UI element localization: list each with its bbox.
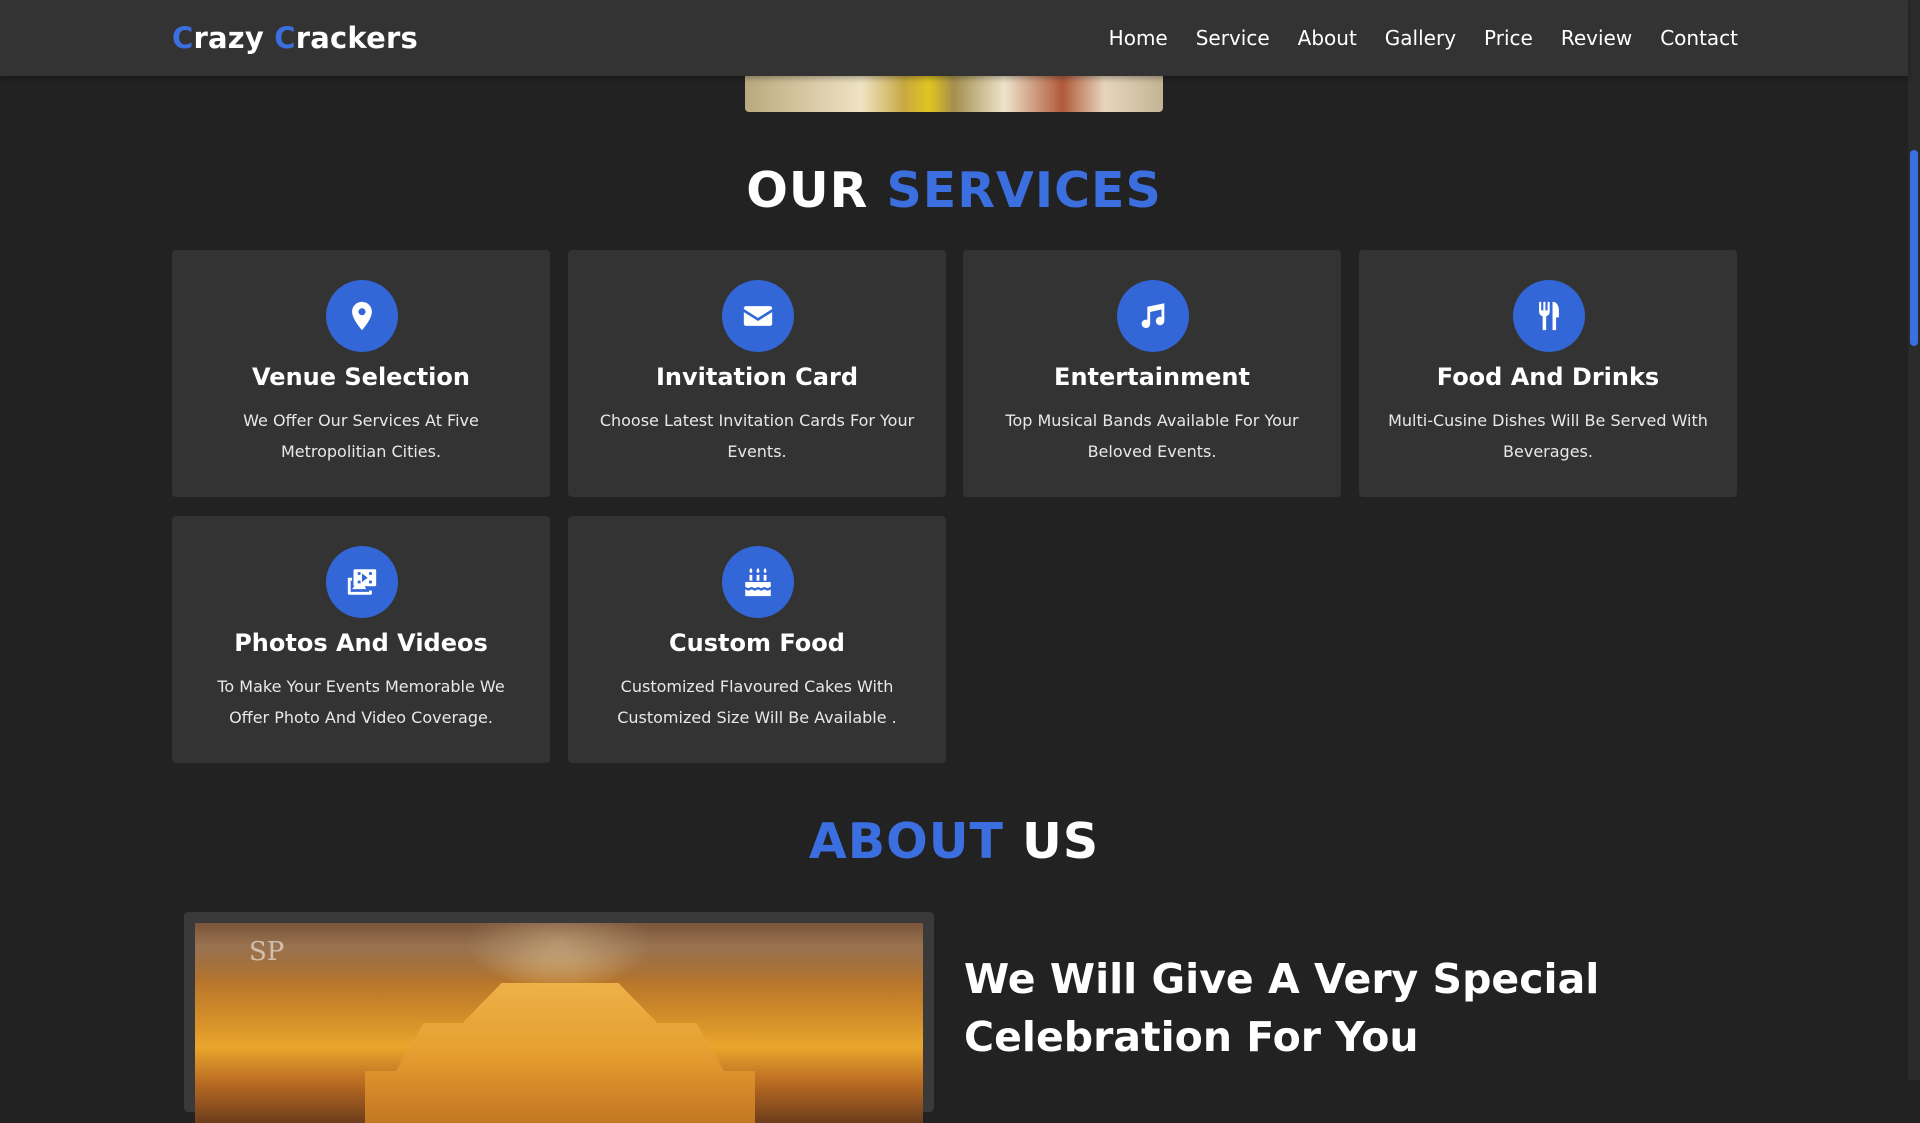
service-card-title: Photos And Videos [234,629,488,657]
about-section-title: ABOUT US [808,813,1100,870]
service-card-entertainment: Entertainment Top Musical Bands Availabl… [963,250,1341,497]
birthday-cake-icon [722,546,794,618]
about-cake-image: SP [195,923,923,1123]
about-heading: We Will Give A Very Special Celebration … [964,955,1600,1061]
service-card-text: To Make Your Events Memorable We Offer P… [217,677,505,727]
image-cake-shape [365,983,755,1123]
nav-link-price[interactable]: Price [1484,26,1533,50]
service-card-text: Customized Flavoured Cakes With Customiz… [617,677,897,727]
service-card-custom-food: Custom Food Customized Flavoured Cakes W… [568,516,946,763]
nav-link-review[interactable]: Review [1561,26,1632,50]
service-card-photos-and-videos: Photos And Videos To Make Your Events Me… [172,516,550,763]
envelope-icon [722,280,794,352]
about-image-frame: SP [184,912,934,1123]
page-scrollbar[interactable] [1908,0,1920,1080]
nav-link-home[interactable]: Home [1109,26,1168,50]
service-card-text: Top Musical Bands Available For Your Bel… [1005,411,1299,461]
services-section-title: OUR SERVICES [746,162,1162,219]
main-nav: Home Service About Gallery Price Review … [1109,26,1738,50]
scrollbar-thumb[interactable] [1910,150,1918,346]
service-card-venue-selection: Venue Selection We Offer Our Services At… [172,250,550,497]
music-icon [1117,280,1189,352]
photo-video-icon [326,546,398,618]
nav-link-service[interactable]: Service [1196,26,1270,50]
nav-link-about[interactable]: About [1298,26,1357,50]
service-card-text: Choose Latest Invitation Cards For Your … [599,411,915,461]
service-card-text: Multi-Cusine Dishes Will Be Served With … [1388,411,1708,461]
hero-image-fragment [745,76,1163,112]
logo[interactable]: Crazy Crackers [172,21,418,55]
service-card-invitation-card: Invitation Card Choose Latest Invitation… [568,250,946,497]
nav-link-gallery[interactable]: Gallery [1385,26,1456,50]
image-curtain-backdrop [195,923,923,983]
nav-link-contact[interactable]: Contact [1660,26,1738,50]
service-card-title: Venue Selection [252,363,470,391]
service-card-food-and-drinks: Food And Drinks Multi-Cusine Dishes Will… [1359,250,1737,497]
utensils-icon [1513,280,1585,352]
map-marker-icon [326,280,398,352]
service-card-title: Food And Drinks [1436,363,1660,391]
service-card-text: We Offer Our Services At Five Metropolit… [243,411,479,461]
service-card-title: Custom Food [669,629,845,657]
service-card-title: Invitation Card [655,363,858,391]
watermark-logo: SP [249,937,285,967]
site-header: Crazy Crackers Home Service About Galler… [0,0,1908,76]
service-card-title: Entertainment [1054,363,1250,391]
